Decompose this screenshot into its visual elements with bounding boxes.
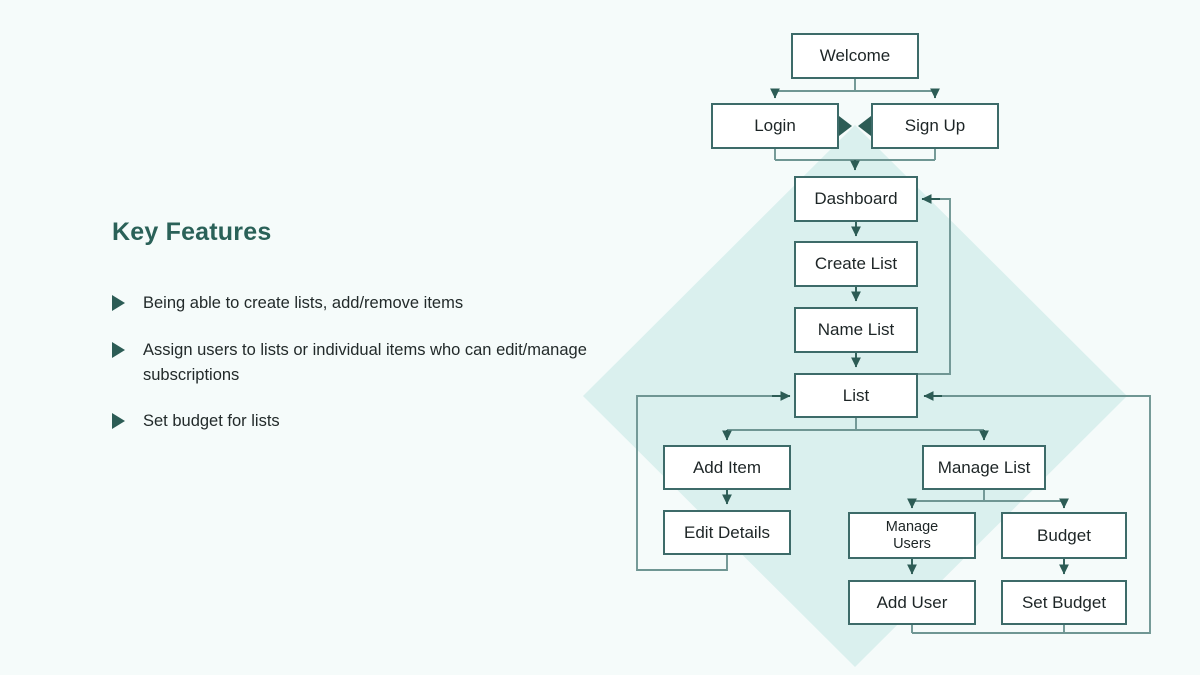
flowchart-node-label: Add User bbox=[876, 592, 948, 612]
flowchart-node-create_list: Create List bbox=[794, 241, 918, 287]
flowchart-node-label: Login bbox=[754, 116, 796, 136]
flowchart-node-add_item: Add Item bbox=[663, 445, 791, 490]
list-item: Assign users to lists or individual item… bbox=[112, 338, 612, 388]
list-item: Being able to create lists, add/remove i… bbox=[112, 291, 612, 316]
flowchart-node-name_list: Name List bbox=[794, 307, 918, 353]
list-item-label: Being able to create lists, add/remove i… bbox=[143, 294, 464, 312]
flowchart-node-label: Welcome bbox=[819, 46, 891, 66]
flowchart-node-welcome: Welcome bbox=[791, 33, 919, 79]
triangle-bullet-icon bbox=[112, 341, 125, 358]
edge-welcome-split bbox=[775, 79, 935, 92]
flowchart-node-add_user: Add User bbox=[848, 580, 976, 625]
flowchart-node-label: Name List bbox=[817, 320, 895, 340]
flowchart-node-label: Sign Up bbox=[904, 116, 966, 136]
triangle-bullet-icon bbox=[112, 413, 125, 430]
flowchart-node-dashboard: Dashboard bbox=[794, 176, 918, 222]
page-title: Key Features bbox=[112, 218, 272, 246]
flowchart-node-label: Budget bbox=[1037, 525, 1091, 545]
key-features-panel: Key Features Being able to create lists,… bbox=[112, 218, 612, 456]
slide-canvas: Key Features Being able to create lists,… bbox=[0, 0, 1200, 675]
flowchart-node-label: Add Item bbox=[692, 457, 762, 477]
flowchart-node-manage_users: Manage Users bbox=[848, 512, 976, 559]
flowchart-node-edit_details: Edit Details bbox=[663, 510, 791, 555]
flowchart-node-manage_list: Manage List bbox=[922, 445, 1046, 490]
flowchart-node-label: Set Budget bbox=[1021, 592, 1107, 612]
flowchart-node-label: Edit Details bbox=[684, 522, 770, 542]
flowchart-node-label: Manage List bbox=[937, 457, 1031, 477]
triangle-bullet-icon bbox=[112, 295, 125, 311]
flowchart-node-label: Create List bbox=[814, 254, 898, 274]
flowchart-node-set_budget: Set Budget bbox=[1001, 580, 1127, 625]
flowchart-node-signup: Sign Up bbox=[871, 103, 999, 149]
flowchart-node-label: Manage Users bbox=[885, 519, 939, 552]
list-item-label: Assign users to lists or individual item… bbox=[143, 340, 587, 384]
flowchart-node-label: List bbox=[842, 385, 870, 405]
list-item-label: Set budget for lists bbox=[143, 412, 280, 431]
flowchart-node-label: Dashboard bbox=[814, 189, 898, 209]
list-item: Set budget for lists bbox=[112, 409, 612, 434]
flowchart-node-list: List bbox=[794, 373, 918, 418]
flowchart-node-login: Login bbox=[711, 103, 839, 149]
flowchart-node-budget: Budget bbox=[1001, 512, 1127, 559]
